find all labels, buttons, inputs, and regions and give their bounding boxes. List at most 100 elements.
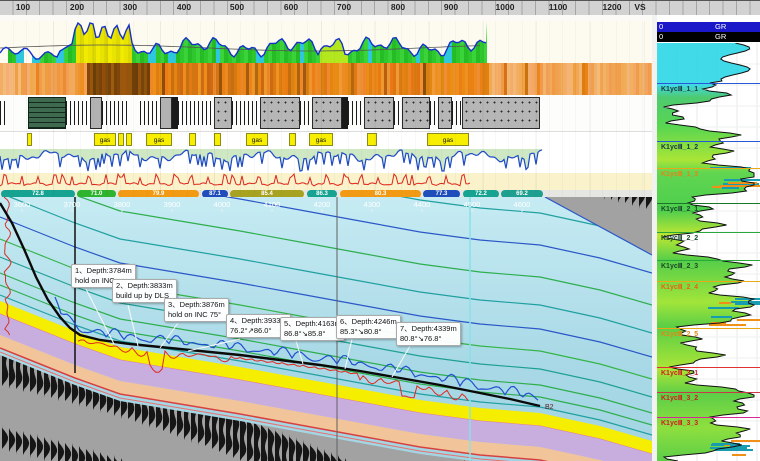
lithology-segment bbox=[140, 101, 160, 125]
svg-text:4500: 4500 bbox=[464, 200, 481, 209]
gas-marker[interactable] bbox=[289, 133, 296, 146]
track-gr-curve bbox=[0, 21, 652, 63]
svg-text:4400: 4400 bbox=[414, 200, 431, 209]
svg-text:4600: 4600 bbox=[514, 200, 531, 209]
svg-text:3600: 3600 bbox=[14, 200, 31, 209]
lithology-segment bbox=[312, 97, 342, 129]
formation-top-label[interactable]: K1ycⅢ_2_4 bbox=[661, 283, 698, 291]
ruler-tick-label: 100 bbox=[16, 2, 30, 12]
seismic-section: 3600370038003900400041004200430044004500… bbox=[0, 197, 652, 461]
ruler-tick-label: 900 bbox=[444, 2, 458, 12]
formation-top-label[interactable]: K1ycⅢ_3_2 bbox=[661, 394, 698, 402]
gr-scale-min-2: 0 bbox=[659, 32, 663, 42]
svg-text:4000: 4000 bbox=[214, 200, 231, 209]
vs-ruler: 100200300400500600700800900100011001200V… bbox=[0, 1, 760, 16]
lithology-segment bbox=[364, 97, 394, 129]
gas-marker[interactable]: gas bbox=[309, 133, 333, 146]
formation-top-label[interactable]: K1ycⅢ_3_3 bbox=[661, 419, 698, 427]
formation-top-line bbox=[657, 328, 760, 329]
gr-curve-name-2: GR bbox=[715, 32, 726, 42]
gas-marker[interactable] bbox=[118, 133, 124, 146]
annotation-callout[interactable]: 3、Depth:3876mhold on INC 75° bbox=[164, 298, 229, 322]
lithology-segment bbox=[74, 101, 90, 125]
ruler-tick-label: 800 bbox=[391, 2, 405, 12]
lithology-segment bbox=[430, 101, 438, 125]
formation-top-line bbox=[657, 83, 760, 84]
lithology-segment bbox=[0, 101, 8, 125]
svg-text:3900: 3900 bbox=[164, 200, 181, 209]
formation-top-line bbox=[657, 141, 760, 142]
lithology-segment bbox=[160, 97, 172, 129]
annotation-callout[interactable]: 7、Depth:4339m80.8°↘76.8° bbox=[396, 322, 461, 346]
formation-top-label[interactable]: K1ycⅢ_1_1 bbox=[661, 85, 698, 93]
annotation-depth: 7、Depth:4339m bbox=[400, 324, 457, 334]
geosteering-app: 100200300400500600700800900100011001200V… bbox=[0, 0, 760, 461]
formation-top-line bbox=[657, 367, 760, 368]
annotation-detail: 85.3°↘80.8° bbox=[340, 327, 397, 337]
formation-top-line bbox=[657, 392, 760, 393]
gr-curve-name: GR bbox=[715, 22, 726, 32]
gas-marker[interactable]: gas bbox=[427, 133, 469, 146]
svg-text:3800: 3800 bbox=[114, 200, 131, 209]
svg-text:4300: 4300 bbox=[364, 200, 381, 209]
gas-marker[interactable] bbox=[367, 133, 377, 146]
lithology-segment bbox=[232, 101, 260, 125]
formation-top-line bbox=[657, 417, 760, 418]
lithology-segment bbox=[102, 101, 128, 125]
ruler-tick-label: 300 bbox=[123, 2, 137, 12]
annotation-callout[interactable]: 5、Depth:4163m86.8°↘85.8° bbox=[280, 317, 345, 341]
formation-top-label[interactable]: K1ycⅢ_2_5 bbox=[661, 330, 698, 338]
lithology-segment bbox=[90, 97, 102, 129]
gas-marker[interactable]: gas bbox=[94, 133, 116, 146]
lithology-segment bbox=[214, 97, 232, 129]
formation-top-line bbox=[657, 260, 760, 261]
annotation-detail: 76.2°↗86.0° bbox=[230, 326, 287, 336]
svg-text:4100: 4100 bbox=[264, 200, 281, 209]
formation-top-line bbox=[657, 168, 760, 169]
lithology-segment bbox=[394, 101, 402, 125]
annotation-depth: 5、Depth:4163m bbox=[284, 319, 341, 329]
ruler-tick-label: 200 bbox=[70, 2, 84, 12]
formation-top-label[interactable]: K1ycⅢ_1_3 bbox=[661, 170, 698, 178]
gas-marker[interactable] bbox=[126, 133, 132, 146]
formation-top-label[interactable]: K1ycⅢ_3_1 bbox=[661, 369, 698, 377]
lithology-segment bbox=[28, 97, 66, 129]
ruler-tick-label: 700 bbox=[337, 2, 351, 12]
lithology-segment bbox=[462, 97, 540, 129]
ruler-tick-label: 1100 bbox=[549, 2, 567, 12]
gr-header-secondary: 0 GR bbox=[657, 32, 760, 42]
lithology-segment bbox=[348, 101, 364, 125]
lithology-segment bbox=[66, 101, 74, 125]
formation-top-label[interactable]: K1ycⅢ_2_1 bbox=[661, 205, 698, 213]
annotation-detail: 86.8°↘85.8° bbox=[284, 329, 341, 339]
annotation-depth: 3、Depth:3876m bbox=[168, 300, 225, 310]
gr-header-primary: 0 GR bbox=[657, 22, 760, 32]
annotation-callout[interactable]: 6、Depth:4246m85.3°↘80.8° bbox=[336, 315, 401, 339]
gas-marker[interactable]: gas bbox=[246, 133, 268, 146]
track-resistivity-curve bbox=[0, 149, 652, 173]
gas-marker[interactable]: gas bbox=[146, 133, 172, 146]
gas-marker[interactable] bbox=[189, 133, 196, 146]
formation-top-line bbox=[657, 281, 760, 282]
ruler-tick-label: 600 bbox=[284, 2, 298, 12]
lithology-segment bbox=[300, 101, 312, 125]
track-gas-shows: gas gas gas gas gas bbox=[0, 131, 652, 150]
svg-text:4200: 4200 bbox=[314, 200, 331, 209]
track-ratio-curve bbox=[0, 173, 652, 190]
annotation-detail: hold on INC 75° bbox=[168, 310, 225, 320]
ruler-tick-label: 1200 bbox=[603, 2, 622, 12]
annotation-depth: 6、Depth:4246m bbox=[340, 317, 397, 327]
well-end-label: B2 bbox=[545, 404, 554, 411]
lithology-segment bbox=[178, 101, 214, 125]
formation-top-label[interactable]: K1ycⅢ_1_2 bbox=[661, 143, 698, 151]
annotation-depth: 1、Depth:3784m bbox=[75, 266, 132, 276]
formation-top-label[interactable]: K1ycⅢ_2_2 bbox=[661, 234, 698, 242]
ruler-tick-label: 400 bbox=[177, 2, 191, 12]
annotation-depth: 4、Depth:3933m bbox=[230, 316, 287, 326]
gr-scale-min: 0 bbox=[659, 22, 663, 32]
gas-marker[interactable] bbox=[27, 133, 32, 146]
lithology-segment bbox=[402, 97, 430, 129]
formation-top-label[interactable]: K1ycⅢ_2_3 bbox=[661, 262, 698, 270]
formation-top-line bbox=[657, 232, 760, 233]
gas-marker[interactable] bbox=[214, 133, 221, 146]
